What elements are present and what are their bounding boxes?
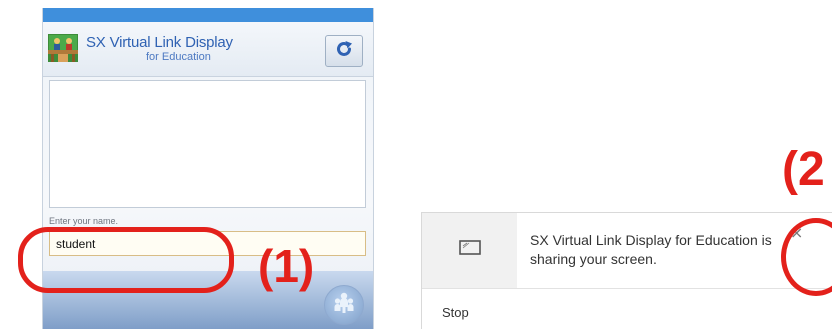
- name-field-label: Enter your name.: [49, 216, 119, 226]
- display-list-area[interactable]: [49, 80, 366, 208]
- notification-message: SX Virtual Link Display for Education is…: [530, 232, 772, 267]
- connect-button[interactable]: [324, 285, 364, 325]
- app-header: SX Virtual Link Display for Education: [43, 22, 373, 77]
- screen-share-notification: SX Virtual Link Display for Education is…: [421, 212, 832, 329]
- notification-divider: [422, 288, 832, 289]
- app-title: SX Virtual Link Display: [86, 34, 233, 51]
- people-at-desk-logo-icon: [48, 34, 78, 62]
- refresh-icon: [334, 39, 354, 64]
- callout-label-2: (2: [782, 143, 825, 196]
- callout-label-1: (1): [258, 240, 315, 292]
- refresh-button[interactable]: [325, 35, 363, 67]
- callout-ring-1: [18, 227, 234, 293]
- users-connect-icon: [331, 290, 357, 321]
- app-subtitle: for Education: [146, 51, 211, 63]
- app-top-bar: [43, 8, 373, 22]
- stop-button[interactable]: Stop: [442, 305, 469, 320]
- notification-icon-pane: [422, 213, 517, 288]
- screen-share-icon: [458, 240, 481, 261]
